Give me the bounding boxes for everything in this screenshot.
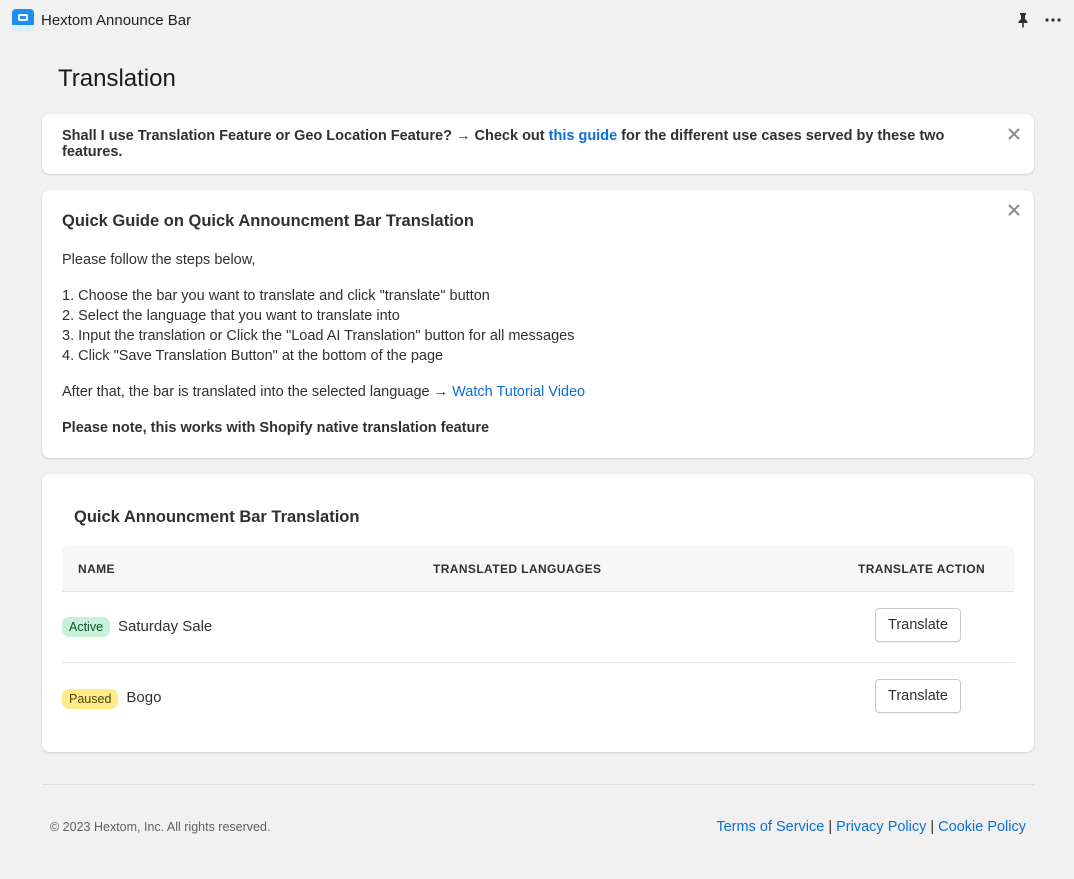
banner-text-before: Shall I use Translation Feature or Geo L… bbox=[62, 128, 549, 144]
link-separator: | bbox=[930, 819, 935, 835]
guide-step: 4. Click "Save Translation Button" at th… bbox=[62, 348, 444, 364]
table-row: Paused Bogo Translate bbox=[62, 663, 1014, 734]
app-name: Hextom Announce Bar bbox=[41, 11, 192, 29]
guide-note: Please note, this works with Shopify nat… bbox=[62, 420, 490, 436]
guide-intro: Please follow the steps below, bbox=[62, 252, 256, 268]
pin-icon[interactable] bbox=[1014, 11, 1032, 29]
copyright: © 2023 Hextom, Inc. All rights reserved. bbox=[50, 820, 271, 834]
table-header: NAME TRANSLATED LANGUAGES TRANSLATE ACTI… bbox=[62, 546, 1014, 592]
announce-bar-logo-icon bbox=[12, 9, 34, 31]
column-header-languages: TRANSLATED LANGUAGES bbox=[433, 561, 602, 576]
column-header-name: NAME bbox=[78, 561, 115, 576]
bar-name: Saturday Sale bbox=[118, 617, 213, 635]
translation-table-card: Quick Announcment Bar Translation NAME T… bbox=[42, 474, 1034, 752]
guide-step: 1. Choose the bar you want to translate … bbox=[62, 288, 490, 304]
guide-step: 2. Select the language that you want to … bbox=[62, 308, 400, 324]
more-horizontal-icon[interactable] bbox=[1044, 11, 1062, 29]
guide-link[interactable]: this guide bbox=[549, 128, 617, 144]
status-badge: Paused bbox=[62, 688, 119, 709]
banner-text: Shall I use Translation Feature or Geo L… bbox=[62, 128, 984, 160]
guide-steps: 1. Choose the bar you want to translate … bbox=[62, 286, 1014, 366]
close-icon[interactable] bbox=[1006, 202, 1022, 218]
guide-step: 3. Input the translation or Click the "L… bbox=[62, 328, 575, 344]
table-row: Active Saturday Sale Translate bbox=[62, 592, 1014, 663]
page-title: Translation bbox=[58, 65, 176, 92]
guide-title: Quick Guide on Quick Announcment Bar Tra… bbox=[62, 212, 474, 230]
translation-table: NAME TRANSLATED LANGUAGES TRANSLATE ACTI… bbox=[62, 546, 1014, 734]
page-content: Translation Shall I use Translation Feat… bbox=[0, 64, 1074, 835]
quick-guide-card: Quick Guide on Quick Announcment Bar Tra… bbox=[42, 190, 1034, 458]
table-title: Quick Announcment Bar Translation bbox=[74, 508, 360, 526]
footer-links: Terms of Service | Privacy Policy | Cookie P… bbox=[716, 819, 1026, 835]
guide-after-text: After that, the bar is translated into t… bbox=[62, 384, 453, 400]
guide-after: After that, the bar is translated into t… bbox=[62, 382, 1014, 402]
close-icon[interactable] bbox=[1006, 126, 1022, 142]
privacy-policy-link[interactable]: Privacy Policy bbox=[836, 819, 926, 835]
terms-of-service-link[interactable]: Terms of Service bbox=[716, 819, 824, 835]
translate-button[interactable]: Translate bbox=[875, 608, 961, 642]
status-badge: Active bbox=[62, 617, 111, 637]
info-banner: Shall I use Translation Feature or Geo L… bbox=[42, 114, 1034, 174]
column-header-action: TRANSLATE ACTION bbox=[858, 561, 986, 576]
link-separator: | bbox=[828, 819, 833, 835]
app-header: Hextom Announce Bar bbox=[0, 0, 1074, 40]
translate-button[interactable]: Translate bbox=[875, 679, 961, 713]
cookie-policy-link[interactable]: Cookie Policy bbox=[938, 819, 1026, 835]
watch-tutorial-link[interactable]: Watch Tutorial Video bbox=[452, 384, 585, 400]
footer: © 2023 Hextom, Inc. All rights reserved.… bbox=[42, 785, 1034, 835]
bar-name: Bogo bbox=[126, 689, 162, 706]
